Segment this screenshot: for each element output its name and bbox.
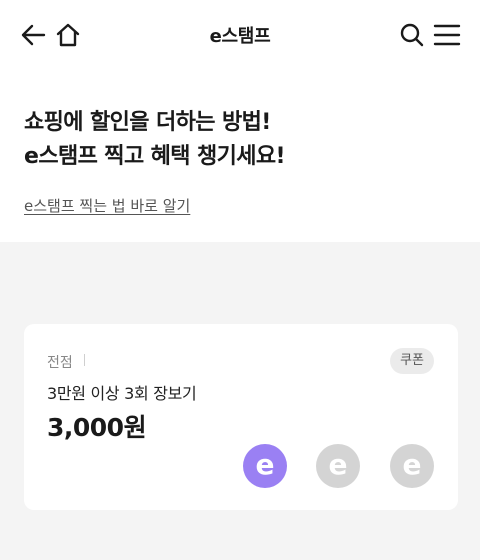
divider — [84, 354, 85, 366]
how-to-stamp-link[interactable]: e스탬프 찍는 법 바로 알기 — [24, 195, 190, 216]
hero-headline-line1: 쇼핑에 할인을 더하는 방법! — [24, 110, 271, 135]
top-header: e스탬프 — [0, 0, 480, 70]
stamp-card[interactable]: 전점 쿠폰 3만원 이상 3회 장보기 3,000원 e e e — [24, 324, 458, 510]
stamp-empty-icon: e — [316, 444, 360, 488]
hamburger-menu-icon[interactable] — [431, 19, 463, 51]
stamp-condition: 3만원 이상 3회 장보기 — [47, 384, 197, 403]
stamp-empty-icon: e — [390, 444, 434, 488]
hero-headline-line2: e스탬프 찍고 혜택 챙기세요! — [24, 144, 286, 169]
reward-amount: 3,000원 — [47, 413, 147, 442]
stamp-letter: e — [402, 447, 422, 481]
stamp-letter: e — [328, 447, 348, 481]
app-root: e스탬프 쇼핑에 할인을 더하는 방법! e스탬프 찍고 혜택 챙기세요! e스… — [0, 0, 480, 560]
stamp-letter: e — [255, 447, 275, 481]
coupon-badge: 쿠폰 — [390, 348, 434, 374]
search-icon[interactable] — [396, 19, 428, 51]
stamp-filled-icon: e — [243, 444, 287, 488]
stamp-list-section: 전점 쿠폰 3만원 이상 3회 장보기 3,000원 e e e — [0, 242, 480, 560]
hero-section: 쇼핑에 할인을 더하는 방법! e스탬프 찍고 혜택 챙기세요! e스탬프 찍는… — [0, 70, 480, 242]
store-label: 전점 — [47, 355, 73, 371]
